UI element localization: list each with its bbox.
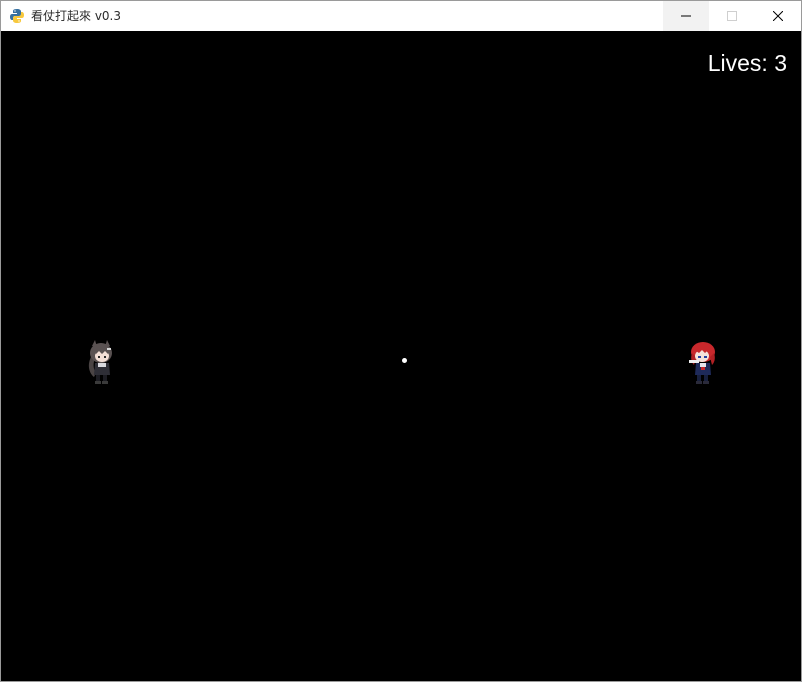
python-icon bbox=[9, 8, 25, 24]
game-canvas[interactable]: Lives: 3 bbox=[1, 31, 801, 681]
title-bar[interactable]: 看仗打起來 v0.3 bbox=[1, 1, 801, 31]
lives-counter: Lives: 3 bbox=[707, 50, 787, 76]
left-character-sprite bbox=[83, 339, 119, 385]
game-window: 看仗打起來 v0.3 Lives: 3 bbox=[0, 0, 802, 682]
maximize-button[interactable] bbox=[709, 1, 755, 31]
right-character-sprite bbox=[685, 339, 721, 385]
ball bbox=[402, 358, 407, 363]
maximize-icon bbox=[727, 11, 737, 21]
window-title: 看仗打起來 v0.3 bbox=[31, 9, 122, 23]
minimize-icon bbox=[681, 15, 691, 17]
close-icon bbox=[773, 11, 783, 21]
close-button[interactable] bbox=[755, 1, 801, 31]
minimize-button[interactable] bbox=[663, 1, 709, 31]
